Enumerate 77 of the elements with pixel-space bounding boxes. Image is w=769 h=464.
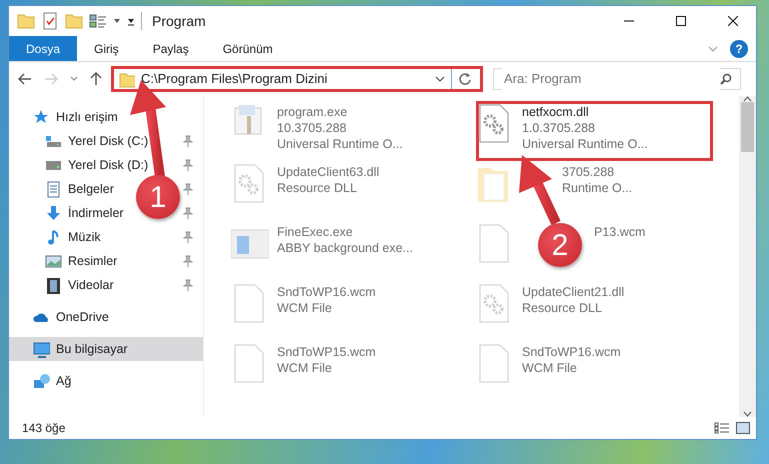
address-path: C:\Program Files\Program Dizini [141,70,328,88]
file-name[interactable]: SndToWP16.wcm [522,344,621,360]
folder-icon[interactable] [17,12,35,30]
scroll-down-icon[interactable] [743,411,752,417]
pin-icon[interactable] [183,279,193,291]
file-detail[interactable]: Runtime O... [562,180,632,196]
ribbon-tab[interactable]: Paylaş [136,36,206,61]
file-name[interactable]: netfxocm.dll [522,104,648,120]
sidebar-item[interactable]: İndirmeler [68,204,124,222]
file-name[interactable]: P13.wcm [594,224,646,240]
film-icon [45,276,62,294]
file-name[interactable]: SndToWP16.wcm [277,284,376,300]
folder-icon [119,70,135,88]
help-button[interactable]: ? [730,40,748,58]
customize-icon[interactable] [127,16,135,26]
pin-icon[interactable] [183,255,193,267]
document-icon [45,180,62,198]
file-detail[interactable]: 1.0.3705.288 [522,120,648,136]
refresh-icon[interactable] [458,72,472,86]
file-detail[interactable]: ABBY background exe... [277,240,413,256]
sidebar-item[interactable]: Videolar [68,276,114,294]
file-detail[interactable]: Universal Runtime O... [522,136,648,152]
file-detail[interactable]: Universal Runtime O... [277,136,403,152]
expand-ribbon-icon[interactable] [708,46,718,52]
sidebar-item[interactable]: Hızlı erişim [56,108,118,126]
pin-icon[interactable] [183,183,193,195]
details-view-icon[interactable] [714,422,730,434]
dropdown-icon[interactable] [435,76,445,82]
computer-icon [33,340,50,358]
address-bar[interactable]: C:\Program Files\Program Dizini [111,66,483,92]
checklist-icon[interactable] [41,12,59,30]
sidebar-item[interactable]: Resimler [68,252,118,270]
sidebar-item[interactable]: Yerel Disk (C:) [68,132,148,150]
file-name[interactable]: 3705.288 [562,164,632,180]
download-arrow-icon [45,204,62,222]
sidebar-item[interactable]: Yerel Disk (D:) [68,156,148,174]
ribbon-tab[interactable]: Giriş [77,36,136,61]
picture-icon [45,252,62,270]
pin-icon[interactable] [183,159,193,171]
file-name[interactable]: UpdateClient21.dll [522,284,624,300]
network-icon [33,372,50,390]
pin-icon[interactable] [183,135,193,147]
file-name[interactable]: SndToWP15.wcm [277,344,376,360]
sidebar-item[interactable]: Belgeler [68,180,114,198]
item-count: 143 öğe [22,420,66,437]
arrow-annotation [519,155,561,226]
sidebar-item[interactable]: Ağ [56,372,72,390]
sidebar-item[interactable]: OneDrive [56,308,109,326]
maximize-icon [676,16,686,26]
file-detail[interactable]: Resource DLL [277,180,380,196]
pin-icon[interactable] [183,207,193,219]
folder-icon[interactable] [65,12,83,30]
file-name[interactable]: FineExec.exe [277,224,413,240]
window-title: Program [152,12,206,31]
vertical-scrollbar[interactable] [739,96,756,417]
ribbon-tab[interactable]: Görünüm [206,36,290,61]
star-icon [33,108,50,126]
minimize-icon [624,20,634,22]
file-detail[interactable]: WCM File [277,360,376,376]
file-detail[interactable]: WCM File [522,360,621,376]
search-icon [720,73,732,85]
file-detail[interactable]: Resource DLL [522,300,624,316]
sidebar-item[interactable]: Müzik [68,228,101,246]
view-layout-icon[interactable] [89,12,107,30]
search-field[interactable]: Ara: Program [493,68,741,90]
pin-icon[interactable] [183,231,193,243]
sidebar-item[interactable]: Bu bilgisayar [56,340,128,358]
scroll-thumb[interactable] [741,102,754,152]
file-detail[interactable]: WCM File [277,300,376,316]
file-name[interactable]: UpdateClient63.dll [277,164,380,180]
file-name[interactable]: program.exe [277,104,403,120]
close-icon [728,16,738,26]
dropdown-icon[interactable] [113,17,121,25]
ribbon-tab[interactable]: Dosya [9,36,78,61]
file-detail[interactable]: 10.3705.288 [277,120,403,136]
large-icons-view-icon[interactable] [736,422,750,434]
scroll-up-icon[interactable] [743,96,752,102]
